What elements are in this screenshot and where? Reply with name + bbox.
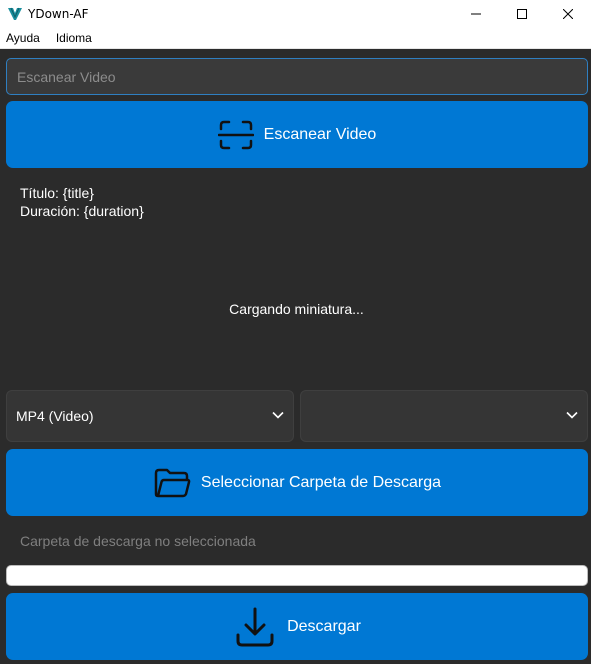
window-controls (453, 0, 591, 27)
select-folder-button[interactable]: Seleccionar Carpeta de Descarga (6, 449, 588, 516)
scan-icon (217, 119, 254, 151)
maximize-button[interactable] (499, 0, 545, 27)
chevron-down-icon (565, 408, 579, 422)
video-info: Título: {title} Duración: {duration} (20, 184, 144, 220)
minimize-button[interactable] (453, 0, 499, 27)
format-select[interactable]: MP4 (Video) (6, 390, 294, 442)
maximize-icon (517, 8, 527, 19)
video-title-line: Título: {title} (20, 185, 94, 201)
window-title: YDown-AF (28, 6, 89, 21)
download-button[interactable]: Descargar (6, 593, 588, 660)
app-logo-icon (8, 6, 22, 22)
thumbnail-status: Cargando miniatura... (229, 301, 364, 317)
select-folder-label: Seleccionar Carpeta de Descarga (200, 473, 442, 491)
folder-icon (153, 467, 191, 499)
title-bar: YDown-AF (0, 0, 591, 27)
scan-video-button[interactable]: Escanear Video (6, 101, 588, 168)
video-duration-line: Duración: {duration} (20, 203, 144, 219)
scan-video-label: Escanear Video (263, 125, 377, 143)
download-icon (233, 605, 277, 649)
format-select-value: MP4 (Video) (16, 408, 94, 424)
menu-item-ayuda[interactable]: Ayuda (0, 31, 46, 45)
download-progress-bar (6, 565, 588, 586)
folder-status: Carpeta de descarga no seleccionada (20, 533, 256, 549)
menu-bar: Ayuda Idioma (0, 27, 591, 49)
close-button[interactable] (545, 0, 591, 27)
download-label: Descargar (287, 617, 361, 635)
video-url-input[interactable] (6, 58, 588, 95)
minimize-icon (471, 13, 481, 14)
menu-item-idioma[interactable]: Idioma (50, 31, 98, 45)
quality-select[interactable] (300, 390, 588, 442)
chevron-down-icon (271, 408, 285, 422)
close-icon (563, 8, 573, 19)
